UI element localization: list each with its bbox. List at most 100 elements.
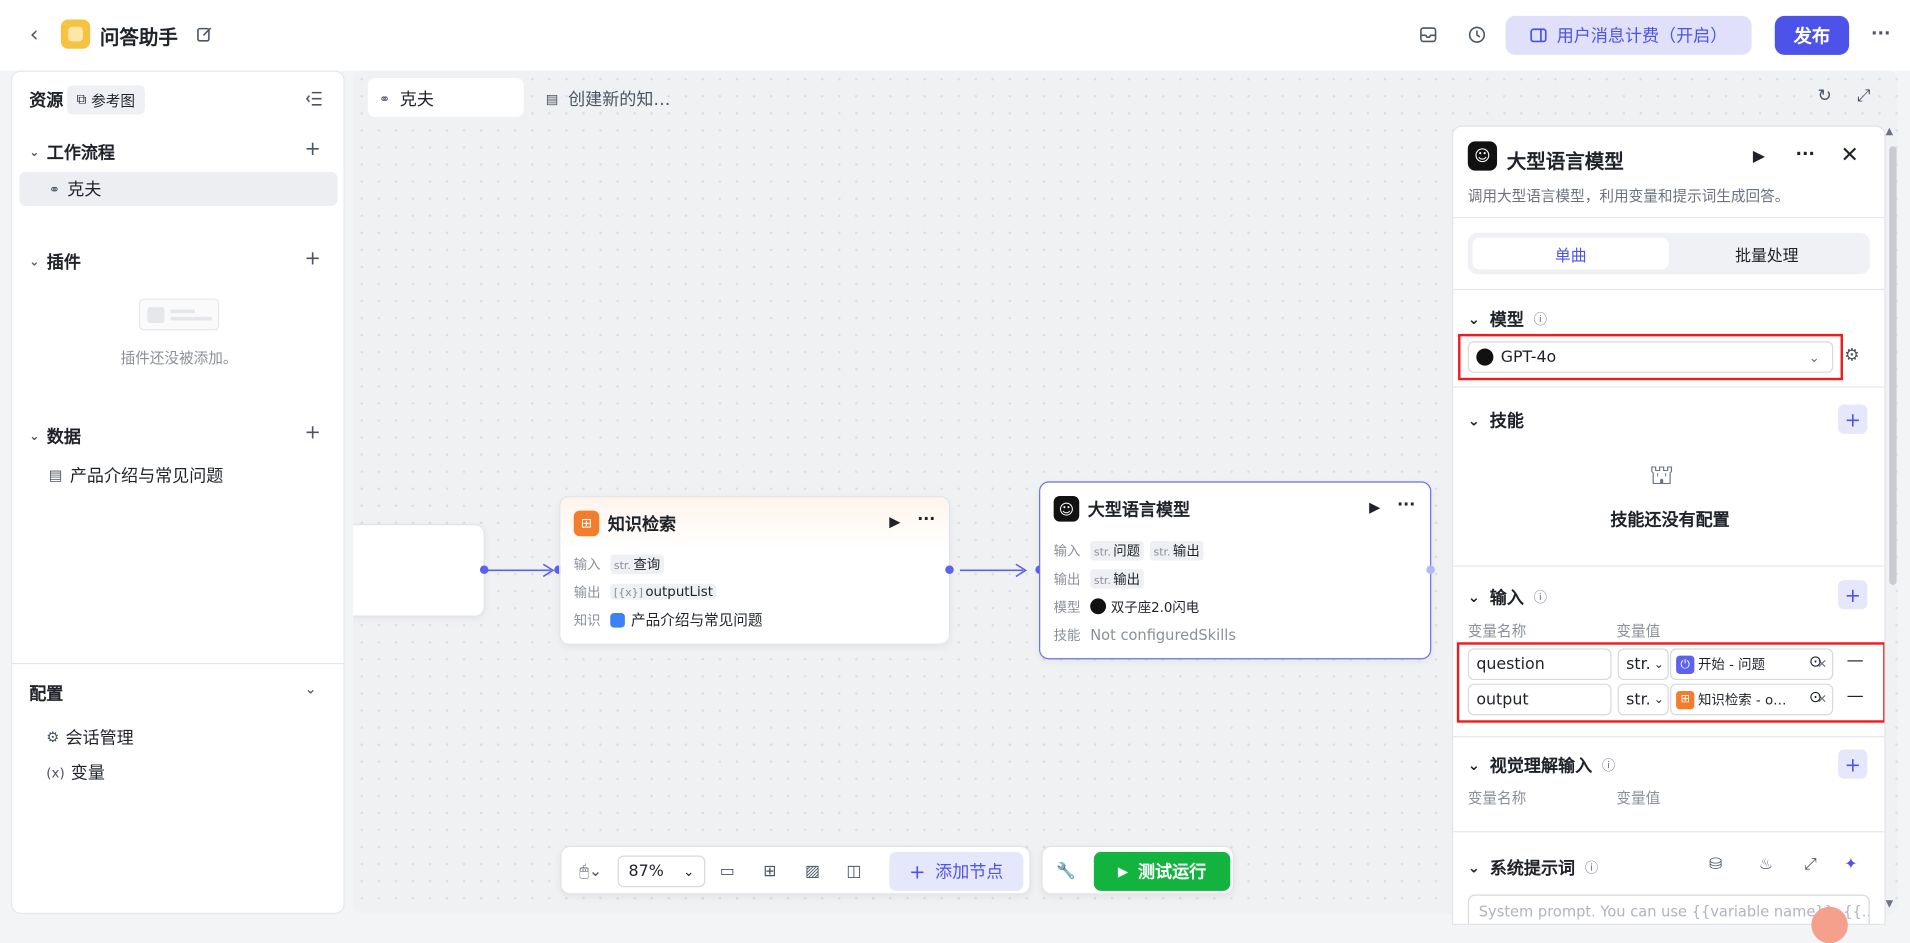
prompt-library-icon[interactable]: ⛁ (1709, 856, 1722, 874)
tab-single[interactable]: 单曲 (1472, 237, 1669, 270)
mouse-mode-icon[interactable]: 🖱⌄ (574, 860, 608, 882)
variable-picker-icon[interactable]: ⊙ (1809, 689, 1822, 707)
model-select[interactable]: GPT-4o ⌄ (1467, 341, 1834, 373)
comment-icon[interactable]: ▭ (716, 860, 738, 882)
back-arrow-icon[interactable]: ‹ (22, 21, 46, 47)
dataset-icon (610, 612, 625, 628)
publish-button[interactable]: 发布 (1774, 15, 1850, 55)
archive-icon[interactable] (1415, 22, 1439, 46)
resources-panel: 资源 ⧉ 参考图 ⌄ 工作流程 + ⚭ 克夫 ⌄ 插件 + 插件还没被添加。 ⌄… (10, 70, 345, 915)
llm-node-title: 大型语言模型 (1087, 500, 1191, 521)
history-icon[interactable] (1464, 22, 1488, 46)
run-node-icon[interactable]: ▶ (1369, 498, 1380, 515)
add-workflow-icon[interactable]: + (305, 136, 321, 159)
tab-workflow[interactable]: ⚭ 克夫 (367, 77, 524, 117)
info-icon: ⓘ (1584, 860, 1599, 877)
expand-icon[interactable]: ⤢ (1854, 87, 1873, 106)
wrench-icon[interactable]: 🔧 (1055, 860, 1077, 882)
start-node[interactable] (353, 524, 485, 617)
image-icon[interactable]: ▨ (802, 860, 824, 882)
data-title: 数据 (46, 427, 81, 448)
more-menu-icon[interactable]: ··· (1867, 22, 1894, 46)
workflow-section-header[interactable]: ⌄ 工作流程 (29, 140, 115, 164)
add-skill-button[interactable]: + (1838, 404, 1868, 434)
add-input-button[interactable]: + (1838, 580, 1868, 610)
document-icon: ▤ (48, 466, 63, 484)
knowledge-icon: ⊞ (1676, 690, 1695, 709)
chat-settings-icon: ⚙ (46, 728, 60, 746)
add-node-button[interactable]: + 添加节点 (889, 851, 1024, 891)
mode-tabs: 单曲 批量处理 (1467, 232, 1870, 275)
tab-create-knowledge-label: 创建新的知… (568, 90, 671, 110)
config-section-header[interactable]: 配置 (29, 681, 63, 705)
vision-section-header[interactable]: ⌄ 视觉理解输入 ⓘ (1468, 753, 1615, 777)
app-title: 问答助手 (99, 25, 178, 49)
more-icon[interactable]: ··· (1397, 496, 1415, 514)
model-settings-icon[interactable]: ⚙ (1844, 346, 1859, 365)
session-management-item[interactable]: ⚙ 会话管理 (46, 725, 133, 749)
grid-layout-icon[interactable]: ⊞ (759, 860, 781, 882)
input-type-select[interactable]: str. ⌄ (1617, 648, 1669, 681)
run-node-icon[interactable]: ▶ (889, 513, 900, 530)
remove-input-icon[interactable]: — (1847, 686, 1864, 705)
more-icon[interactable]: ··· (1795, 145, 1814, 164)
refresh-icon[interactable]: ↻ (1815, 87, 1834, 106)
lightbulb-icon[interactable]: ♨ (1759, 856, 1773, 874)
remove-input-icon[interactable]: — (1847, 651, 1864, 670)
system-prompt-input[interactable]: System prompt. You can use {{variable na… (1467, 894, 1870, 924)
ai-generate-icon[interactable]: ✦ (1844, 856, 1857, 874)
source-value: 开始 - 问题 (1698, 656, 1765, 673)
variable-picker-icon[interactable]: ⊙ (1809, 653, 1822, 671)
app-logo (60, 19, 91, 49)
reference-image-button[interactable]: ⧉ 参考图 (66, 85, 145, 115)
add-plugin-icon[interactable]: + (305, 246, 321, 269)
node-config-panel: ☺ 大型语言模型 ▶ ··· ✕ 调用大型语言模型，利用变量和提示词生成回答。 … (1451, 125, 1886, 925)
data-item[interactable]: ▤ 产品介绍与常见问题 (49, 463, 224, 487)
chevron-down-icon: ⌄ (683, 863, 695, 880)
data-section-header[interactable]: ⌄ 数据 (29, 424, 81, 448)
chevron-down-icon: ⌄ (1467, 588, 1481, 606)
input-name-field[interactable]: output (1467, 683, 1612, 716)
billing-toggle-button[interactable]: 用户消息计费（开启） (1505, 15, 1752, 55)
add-vision-input-button[interactable]: + (1838, 749, 1868, 779)
knowledge-retrieval-node[interactable]: ⊞ 知识检索 ▶ ··· 输入 str. 查询 输出 [{x}] outputLis… (559, 496, 951, 645)
top-bar: ‹ 问答助手 用户消息计费（开启） 发布 ··· (0, 0, 1910, 71)
system-prompt-section-header[interactable]: ⌄ 系统提示词 ⓘ (1468, 856, 1598, 880)
tab-workflow-label: 克夫 (399, 90, 434, 110)
workflow-icon: ⚭ (378, 90, 391, 107)
more-icon[interactable]: ··· (917, 511, 935, 529)
plugins-section-header[interactable]: ⌄ 插件 (29, 250, 81, 274)
knowledge-node-output-port[interactable] (945, 565, 954, 575)
scroll-down-icon[interactable]: ▼ (1886, 898, 1893, 909)
chevron-down-icon: ⌄ (1467, 756, 1481, 774)
tab-batch[interactable]: 批量处理 (1669, 238, 1865, 270)
llm-node-output-port[interactable] (1426, 565, 1435, 575)
tab-create-knowledge[interactable]: ▤ 创建新的知… (546, 87, 671, 111)
type-value: str. (1626, 690, 1651, 709)
input-section-header[interactable]: ⌄ 输入 ⓘ (1468, 585, 1547, 609)
output-value: outputList (645, 583, 713, 600)
llm-node[interactable]: ☺ 大型语言模型 ▶ ··· 输入 str. 问题 str. 输出 输出 str. 输… (1039, 481, 1432, 660)
model-label: 模型 (1053, 598, 1081, 615)
model-value: 双子座2.0闪电 (1110, 598, 1200, 615)
chevron-down-icon[interactable]: ⌄ (305, 680, 317, 697)
panel-scrollbar[interactable] (1889, 146, 1897, 585)
run-node-icon[interactable]: ▶ (1753, 147, 1765, 165)
session-management-label: 会话管理 (65, 728, 134, 749)
input-name-field[interactable]: question (1467, 648, 1612, 681)
edit-icon[interactable] (192, 22, 216, 46)
minimap-icon[interactable]: ◫ (843, 860, 865, 882)
workflow-item[interactable]: ⚭ 克夫 (19, 171, 338, 206)
scroll-up-icon[interactable]: ▲ (1886, 126, 1893, 137)
test-run-button[interactable]: ▶ 测试运行 (1093, 851, 1231, 891)
close-icon[interactable]: ✕ (1841, 143, 1859, 169)
add-data-icon[interactable]: + (305, 420, 321, 443)
variables-item[interactable]: (x) 变量 (46, 760, 105, 784)
skills-section-header[interactable]: ⌄ 技能 (1468, 408, 1524, 432)
input-type-select[interactable]: str. ⌄ (1617, 683, 1669, 716)
expand-icon[interactable]: ⤢ (1804, 856, 1817, 874)
model-section-header[interactable]: ⌄ 模型 ⓘ (1468, 307, 1547, 331)
plus-icon: + (909, 859, 926, 883)
zoom-select[interactable]: 87% ⌄ (617, 855, 706, 888)
collapse-panel-icon[interactable] (302, 88, 326, 110)
